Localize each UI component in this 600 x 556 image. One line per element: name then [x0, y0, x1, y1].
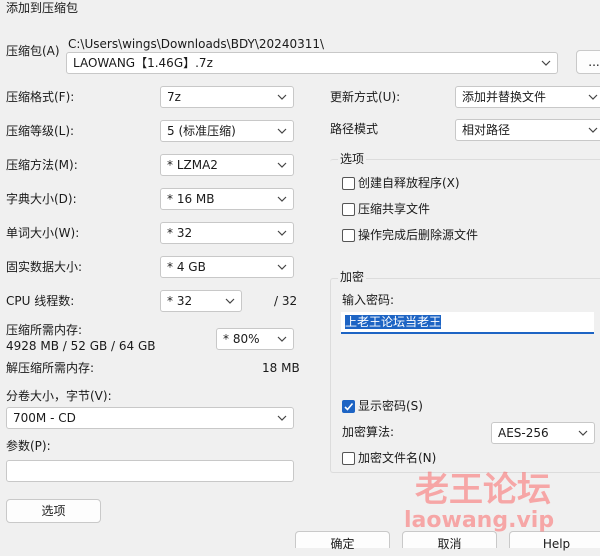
checkmark-icon [344, 402, 354, 411]
show-password-label: 显示密码(S) [358, 399, 423, 413]
mem-decomp-label: 解压缩所需内存: [6, 361, 95, 375]
update-value: 添加并替换文件 [462, 90, 547, 104]
show-password-checkbox[interactable] [342, 400, 355, 413]
mem-comp-value: * 80% [223, 332, 260, 346]
archive-name-combo[interactable]: LAOWANG【1.46G】.7z [66, 52, 558, 74]
mem-decomp-value: 18 MB [262, 361, 300, 375]
dict-combo[interactable]: * 16 MB [160, 188, 294, 210]
method-value: * LZMA2 [167, 158, 218, 172]
word-label: 单词大小(W): [6, 226, 80, 240]
chevron-down-icon [277, 411, 287, 425]
method-label: 压缩方法(M): [6, 158, 78, 172]
format-label: 压缩格式(F): [6, 90, 75, 104]
sfx-label: 创建自释放程序(X) [358, 176, 460, 190]
chevron-down-icon [277, 192, 287, 206]
chevron-down-icon [277, 226, 287, 240]
watermark-url: laowang.vip [404, 508, 555, 533]
archive-path: C:\Users\wings\Downloads\BDY\20240311\ [68, 37, 325, 51]
pathmode-label: 路径模式 [330, 122, 379, 136]
password-label: 输入密码: [342, 293, 395, 307]
chevron-down-icon [277, 332, 287, 346]
chevron-down-icon [588, 90, 598, 104]
chevron-down-icon [588, 123, 598, 137]
enc-method-label: 加密算法: [342, 425, 395, 439]
pathmode-combo[interactable]: 相对路径 [455, 119, 600, 141]
threads-label: CPU 线程数: [6, 294, 75, 308]
method-combo[interactable]: * LZMA2 [160, 154, 294, 176]
dict-label: 字典大小(D): [6, 192, 77, 206]
encryption-title: 加密 [338, 269, 367, 285]
solid-combo[interactable]: * 4 GB [160, 256, 294, 278]
archive-name-value: LAOWANG【1.46G】.7z [73, 56, 213, 70]
window-title: 添加到压缩包 [6, 1, 79, 15]
update-combo[interactable]: 添加并替换文件 [455, 86, 600, 108]
mem-comp-combo[interactable]: * 80% [216, 328, 294, 350]
chevron-down-icon [277, 124, 287, 138]
chevron-down-icon [541, 56, 551, 70]
chevron-down-icon [277, 90, 287, 104]
archive-label: 压缩包(A) [6, 44, 60, 58]
options-title: 选项 [338, 151, 367, 167]
delete-checkbox[interactable] [342, 229, 355, 242]
options-button[interactable]: 选项 [6, 499, 101, 523]
level-value: 5 (标准压缩) [167, 124, 236, 138]
params-input[interactable] [6, 460, 294, 482]
ok-button[interactable]: 确定 [295, 531, 390, 551]
help-button[interactable]: Help [509, 531, 600, 551]
word-value: * 32 [167, 226, 193, 240]
update-label: 更新方式(U): [330, 90, 401, 104]
chevron-down-icon [277, 260, 287, 274]
cancel-button[interactable]: 取消 [402, 531, 497, 551]
sfx-checkbox[interactable] [342, 177, 355, 190]
level-combo[interactable]: 5 (标准压缩) [160, 120, 294, 142]
password-input[interactable]: 上老王论坛当老王 [341, 312, 594, 334]
password-value: 上老王论坛当老王 [345, 315, 442, 329]
format-value: 7z [167, 90, 181, 104]
solid-value: * 4 GB [167, 260, 206, 274]
chevron-down-icon [578, 426, 588, 440]
dict-value: * 16 MB [167, 192, 215, 206]
word-combo[interactable]: * 32 [160, 222, 294, 244]
params-label: 参数(P): [6, 439, 51, 453]
chevron-down-icon [277, 158, 287, 172]
split-combo[interactable]: 700M - CD [6, 407, 294, 429]
watermark-text: 老王论坛 [415, 470, 551, 510]
enc-method-combo[interactable]: AES-256 [491, 422, 595, 444]
mem-comp-detail: 4928 MB / 52 GB / 64 GB [6, 339, 156, 353]
split-value: 700M - CD [13, 411, 76, 425]
level-label: 压缩等级(L): [6, 124, 75, 138]
chevron-down-icon [225, 294, 235, 308]
threads-combo[interactable]: * 32 [160, 290, 242, 312]
split-label: 分卷大小，字节(V): [6, 389, 112, 403]
delete-label: 操作完成后删除源文件 [358, 228, 479, 242]
shared-checkbox[interactable] [342, 203, 355, 216]
shared-label: 压缩共享文件 [358, 202, 431, 216]
threads-max: / 32 [274, 294, 298, 308]
mem-comp-label: 压缩所需内存: [6, 323, 83, 337]
encrypt-names-checkbox[interactable] [342, 452, 355, 465]
browse-button[interactable]: ... [576, 50, 600, 74]
solid-label: 固实数据大小: [6, 260, 83, 274]
enc-method-value: AES-256 [498, 426, 549, 440]
format-combo[interactable]: 7z [160, 86, 294, 108]
pathmode-value: 相对路径 [462, 123, 511, 137]
threads-value: * 32 [167, 294, 193, 308]
